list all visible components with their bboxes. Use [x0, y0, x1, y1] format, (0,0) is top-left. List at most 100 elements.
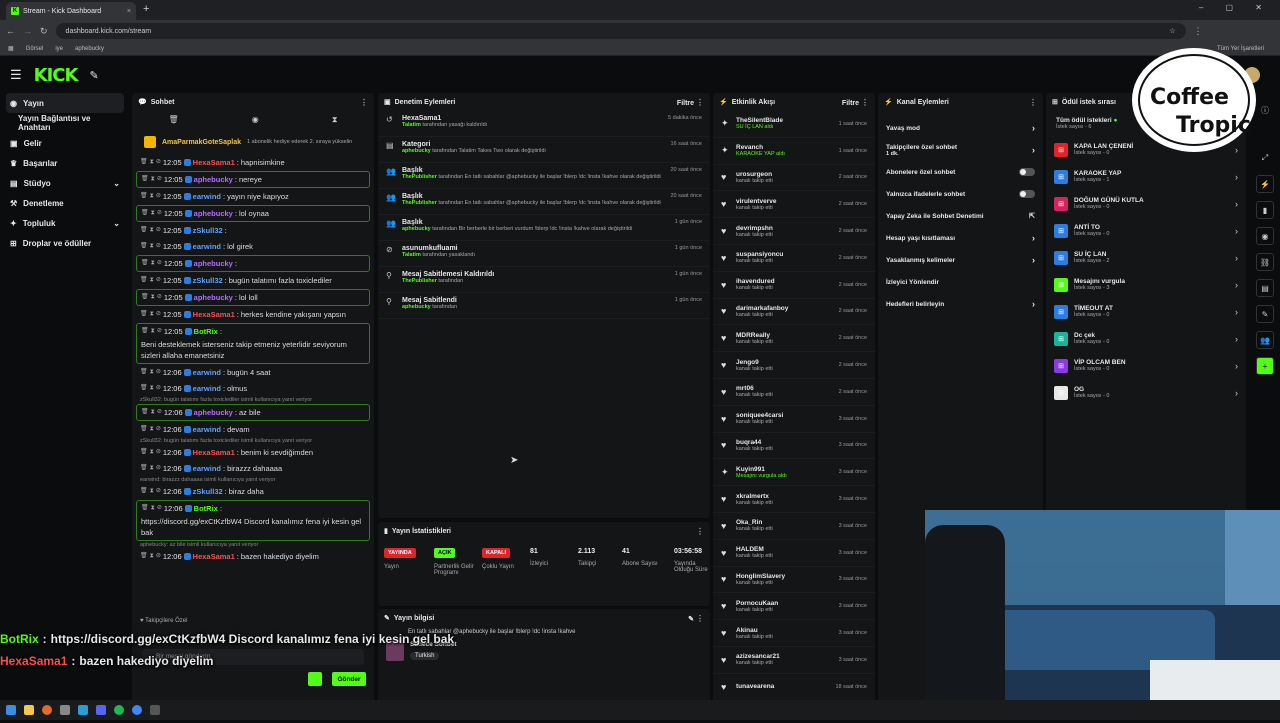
timeout-icon[interactable]: ⧗ [150, 275, 154, 286]
ban-icon[interactable]: ⊘ [156, 157, 161, 168]
delete-icon[interactable]: 🗑 [140, 275, 148, 286]
chat-bubble-icon[interactable]: ◉ [252, 115, 259, 125]
more-icon[interactable]: ⋮ [861, 98, 869, 107]
forward-icon[interactable]: → [23, 26, 32, 36]
event-actor[interactable]: aphebucky [402, 226, 431, 232]
activity-item[interactable]: ♥ PornocuKaan kanalı takip etti 3 saat önce [713, 593, 875, 621]
channel-action[interactable]: Yavaş mod › [878, 117, 1043, 139]
chat-message[interactable]: 🗑 ⧗ ⊘ 12:05 zSkull32: bugün talatımı fazla to… [136, 273, 370, 288]
chat-username[interactable]: HexaSama1 [193, 551, 235, 562]
event-actor[interactable]: aphebucky [402, 148, 431, 154]
ban-icon[interactable]: ⊘ [156, 486, 161, 497]
ban-icon[interactable]: ⊘ [156, 383, 161, 394]
chat-message[interactable]: 🗑 ⧗ ⊘ 12:06 earwind: devam [136, 422, 370, 437]
trash-icon[interactable]: 🗑 [169, 115, 179, 125]
toggle-switch[interactable] [1019, 168, 1035, 176]
activity-item[interactable]: ♥ suspansiyoncu kanalı takip etti 2 saat ön… [713, 245, 875, 272]
delete-icon[interactable]: 🗑 [140, 551, 148, 562]
more-icon[interactable]: ⋮ [696, 614, 704, 623]
window-controls[interactable]: – ▢ ✕ [1199, 3, 1272, 12]
delete-icon[interactable]: 🗑 [141, 208, 149, 219]
delete-icon[interactable]: 🗑 [140, 225, 148, 236]
delete-icon[interactable]: 🗑 [141, 174, 149, 185]
star-icon[interactable]: ☆ [1169, 27, 1175, 35]
kick-logo[interactable]: KICK [34, 65, 79, 86]
chat-username[interactable]: earwind [193, 424, 221, 435]
wrench-icon[interactable]: ✎ [89, 69, 98, 82]
folder-icon[interactable] [24, 705, 34, 715]
chat-message[interactable]: 🗑 ⧗ ⊘ 12:05 aphebucky: lol oynaa [136, 205, 370, 222]
activity-item[interactable]: ♥ azizesancar21 kanalı takip etti 3 saat ön… [713, 647, 875, 674]
more-icon[interactable]: ⋮ [1029, 98, 1037, 107]
channel-action[interactable]: Hedefleri belirleyin › [878, 293, 1043, 315]
timeout-icon[interactable]: ⧗ [150, 424, 154, 435]
activity-item[interactable]: ♥ soniquee4carsi kanalı takip etti 3 saat ö… [713, 406, 875, 433]
obs-icon[interactable] [150, 705, 160, 715]
activity-item[interactable]: ✦ Revanch KARAOKE YAP aldı 1 saat önce [713, 138, 875, 165]
nav-item-yayin[interactable]: ◉ Yayın [6, 93, 124, 113]
apps-icon[interactable]: ▦ [8, 45, 14, 52]
timeout-icon[interactable]: ⧗ [151, 258, 155, 269]
spotify-icon[interactable] [114, 705, 124, 715]
delete-icon[interactable]: 🗑 [140, 383, 148, 394]
timeout-icon[interactable]: ⧗ [151, 503, 155, 514]
ban-icon[interactable]: ⊘ [156, 309, 161, 320]
channel-action[interactable]: Yalnızca ifadelerle sohbet [878, 183, 1043, 205]
reward-item[interactable]: ⊞ OG İstek sayısı - 0 › [1046, 379, 1246, 406]
ban-icon[interactable]: ⊘ [156, 241, 161, 252]
ban-icon[interactable]: ⊘ [157, 503, 162, 514]
filter-button[interactable]: Filtre [842, 100, 859, 107]
activity-item[interactable]: ♥ HonglimSlavery kanalı takip etti 3 saat ö… [713, 567, 875, 594]
delete-icon[interactable]: 🗑 [141, 258, 149, 269]
timeout-icon[interactable]: ⧗ [150, 551, 154, 562]
expand-icon[interactable]: ⤢ [1256, 149, 1274, 167]
channel-action[interactable]: Hesap yaşı kısıtlaması › [878, 227, 1043, 249]
delete-icon[interactable]: 🗑 [140, 463, 148, 474]
chat-message[interactable]: 🗑 ⧗ ⊘ 12:05 aphebucky: nereye [136, 171, 370, 188]
bookmark-aphebucky[interactable]: aphebucky [75, 46, 104, 52]
chat-username[interactable]: aphebucky [194, 174, 233, 185]
delete-icon[interactable]: 🗑 [141, 503, 149, 514]
chat-username[interactable]: HexaSama1 [193, 309, 235, 320]
reward-item[interactable]: ⊞ Mesajını vurgula İstek sayısı - 3 › [1046, 271, 1246, 298]
timeout-icon[interactable]: ⧗ [150, 191, 154, 202]
layout-icon[interactable]: ▤ [1256, 279, 1274, 297]
delete-icon[interactable]: 🗑 [140, 309, 148, 320]
chat-username[interactable]: earwind [193, 241, 221, 252]
chat-username[interactable]: BotRix [194, 326, 218, 337]
hourglass-icon[interactable]: ⧗ [332, 115, 338, 125]
ban-icon[interactable]: ⊘ [156, 225, 161, 236]
telegram-icon[interactable] [78, 705, 88, 715]
activity-item[interactable]: ♥ Oka_Rin kanalı takip etti 3 saat önce [713, 513, 875, 540]
chat-icon[interactable]: ◉ [1256, 227, 1274, 245]
ban-icon[interactable]: ⊘ [156, 275, 161, 286]
event-actor[interactable]: aphebucky [402, 304, 431, 310]
nav-item-droplar[interactable]: ⊞ Droplar ve ödüller [0, 233, 130, 253]
timeout-icon[interactable]: ⧗ [150, 383, 154, 394]
activity-item[interactable]: ♥ virulentverve kanalı takip etti 2 saat ön… [713, 191, 875, 219]
timeout-icon[interactable]: ⧗ [150, 367, 154, 378]
activity-item[interactable]: ♥ devrimpshn kanalı takip etti 2 saat önce [713, 218, 875, 245]
chat-username[interactable]: earwind [193, 383, 221, 394]
ban-icon[interactable]: ⊘ [157, 407, 162, 418]
activity-item[interactable]: ♥ mrt06 kanalı takip etti 2 saat önce [713, 379, 875, 406]
delete-icon[interactable]: 🗑 [141, 326, 149, 337]
chat-username[interactable]: earwind [193, 191, 221, 202]
event-actor[interactable]: ThePublisher [402, 200, 437, 206]
activity-item[interactable]: ♥ xkralmertx kanalı takip etti 3 saat önce [713, 486, 875, 513]
link-icon[interactable]: ⛓ [1256, 253, 1274, 271]
chat-message[interactable]: 🗑 ⧗ ⊘ 12:05 HexaSama1: hapnisimkine [136, 155, 370, 170]
event-actor[interactable]: ThePublisher [402, 174, 437, 180]
delete-icon[interactable]: 🗑 [141, 292, 149, 303]
more-icon[interactable]: ⋮ [360, 98, 368, 107]
delete-icon[interactable]: 🗑 [140, 424, 148, 435]
reward-item[interactable]: ⊞ SU İÇ LAN İstek sayısı - 2 › [1046, 244, 1246, 271]
delete-icon[interactable]: 🗑 [140, 191, 148, 202]
discord-icon[interactable] [96, 705, 106, 715]
info-icon[interactable]: ⓘ [1256, 101, 1274, 119]
hamburger-icon[interactable]: ☰ [10, 67, 22, 83]
chrome-icon[interactable] [132, 705, 142, 715]
timeout-icon[interactable]: ⧗ [150, 463, 154, 474]
timeout-icon[interactable]: ⧗ [150, 486, 154, 497]
channel-action[interactable]: Takipçilere özel sohbet 1 dk. › [878, 139, 1043, 161]
